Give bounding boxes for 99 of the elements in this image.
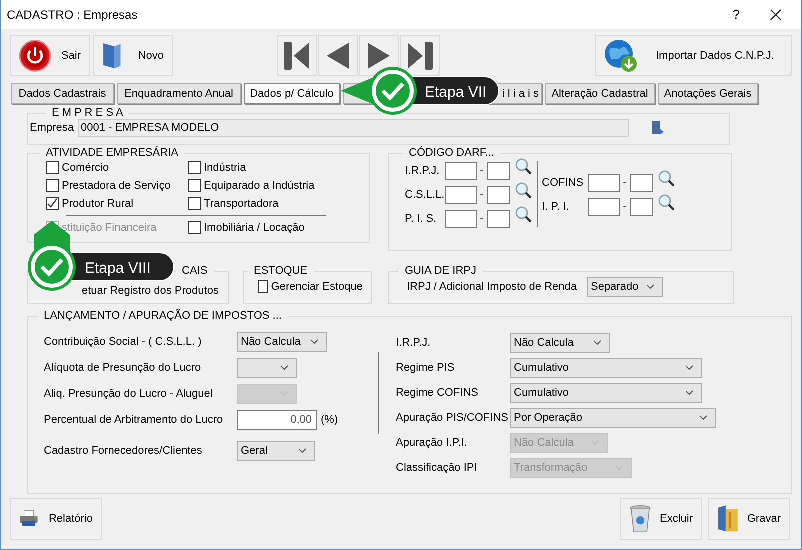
code-field[interactable] [630,174,653,192]
import-button[interactable]: Importar Dados C.N.P.J. [595,35,792,76]
chevron-down-icon [685,390,694,396]
dropdown[interactable]: Cumulativo [510,382,702,402]
search-icon[interactable] [658,194,676,212]
dash-separator: - [479,189,485,201]
globe-download-icon [604,38,638,72]
dropdown[interactable]: Não Calcula [510,332,610,352]
chevron-down-icon [699,414,708,420]
search-icon[interactable] [515,158,533,176]
search-icon[interactable] [658,170,676,188]
dropdown[interactable]: Cumulativo [510,358,702,378]
last-record-button[interactable] [400,35,440,76]
checkbox[interactable]: Prestadora de Serviço [46,177,188,194]
code-field[interactable] [487,210,510,228]
dropdown[interactable]: Por Operação [510,408,716,428]
code-field[interactable] [487,186,510,204]
checkbox[interactable]: Imobiliária / Locação [188,219,368,236]
close-icon[interactable] [770,8,782,20]
field-label: I. P. I. [542,201,570,213]
field-label: IRPJ / Adicional Imposto de Renda [407,281,577,293]
group-title: LANÇAMENTO / APURAÇÃO DE IMPOSTOS ... [43,310,283,322]
checkbox[interactable]: Comércio [46,159,188,176]
chevron-down-icon [298,448,307,454]
skip-forward-icon [406,40,434,70]
search-icon[interactable] [515,206,533,224]
report-button[interactable]: Relatório [10,498,102,540]
field-label: C.S.L.L. [405,189,445,201]
code-field[interactable] [588,174,620,192]
back-icon [325,40,351,70]
dropdown[interactable]: Geral [237,441,315,461]
save-button[interactable]: Gravar [708,498,790,540]
skip-back-icon [283,40,311,70]
field-label: Percentual de Arbitramento do Lucro [44,414,224,426]
code-field[interactable] [445,162,477,180]
group-title: CÓDIGO DARF... [408,147,496,159]
field-label: Empresa [30,122,74,134]
field-label: Regime COFINS [396,386,480,398]
new-button[interactable]: Novo [93,35,173,76]
previous-record-button[interactable] [318,35,358,76]
checkbox-label[interactable]: etuar Registro dos Produtos [82,285,220,297]
first-record-button[interactable] [277,35,317,76]
help-button[interactable]: ? [732,7,740,22]
field-label: Cadastro Fornecedores/Clientes [44,445,204,457]
field-label: Regime PIS [396,362,456,374]
code-field[interactable] [487,162,510,180]
unit-label: (%) [321,414,338,426]
field-label: COFINS [542,177,585,189]
group-title: ATIVIDADE EMPRESÁRIA [45,147,180,159]
field-label: Apuração I.P.I. [396,436,468,448]
tab[interactable]: Anotações Gerais [658,83,758,104]
percent-field[interactable]: 0,00 [237,410,317,430]
checkbox[interactable]: Produtor Rural [46,195,188,212]
tab[interactable]: Dados p/ Cálculo [244,83,340,104]
chevron-down-icon [646,284,655,290]
dash-separator: - [479,213,485,225]
field-label: Apuração PIS/COFINS [396,412,510,424]
tab[interactable]: Alteração Cadastral [545,83,655,104]
delete-button[interactable]: Excluir [620,498,702,540]
field-label: Alíquota de Presunção do Lucro [44,362,202,374]
play-icon [366,40,392,70]
field-label: Contribuição Social - ( C.S.L.L. ) [44,336,203,348]
document-icon[interactable] [652,121,664,135]
chevron-down-icon [593,340,602,346]
group-title: CAIS [181,265,209,277]
dash-separator: - [622,177,628,189]
dash-separator: - [479,165,485,177]
window-title: CADASTRO : Empresas [7,8,139,22]
chevron-down-icon [685,364,694,370]
field-label: I.R.P.J. [396,336,432,348]
step-tooltip: Etapa VII [341,65,501,117]
tab[interactable]: Dados Cadastrais [11,83,114,104]
field-label: Aliq. Presunção do Lucro - Aluguel [44,388,214,400]
search-icon[interactable] [515,182,533,200]
chevron-down-icon [310,339,319,345]
field-label: Classificação IPI [396,462,478,474]
exit-button[interactable]: Sair [10,35,90,76]
tab[interactable]: Enquadramento Anual [117,83,241,104]
checkmark-icon [47,198,58,209]
group-title: GUIA DE IRPJ [404,265,478,277]
code-field[interactable] [588,198,620,216]
code-field[interactable] [445,210,477,228]
checkbox[interactable]: Equiparado a Indústria [188,177,368,194]
field-label: P. I. S. [405,213,438,225]
power-icon [19,38,52,72]
dropdown[interactable]: Não Calcula [237,332,327,352]
chevron-down-icon [280,365,289,371]
code-field[interactable] [630,198,653,216]
dash-separator: - [622,201,628,213]
empresa-field[interactable]: 0001 - EMPRESA MODELO [78,119,630,137]
field-label: I.R.P.J. [405,165,441,177]
group-title: ESTOQUE [253,265,309,277]
checkbox[interactable]: Transportadora [188,195,368,212]
checkbox[interactable]: Gerenciar Estoque [258,278,363,295]
checkbox[interactable]: Indústria [188,159,368,176]
group-title: E M P R E S A [51,107,124,119]
dropdown[interactable]: Separado [586,277,663,297]
next-record-button[interactable] [359,35,399,76]
code-field[interactable] [445,186,477,204]
